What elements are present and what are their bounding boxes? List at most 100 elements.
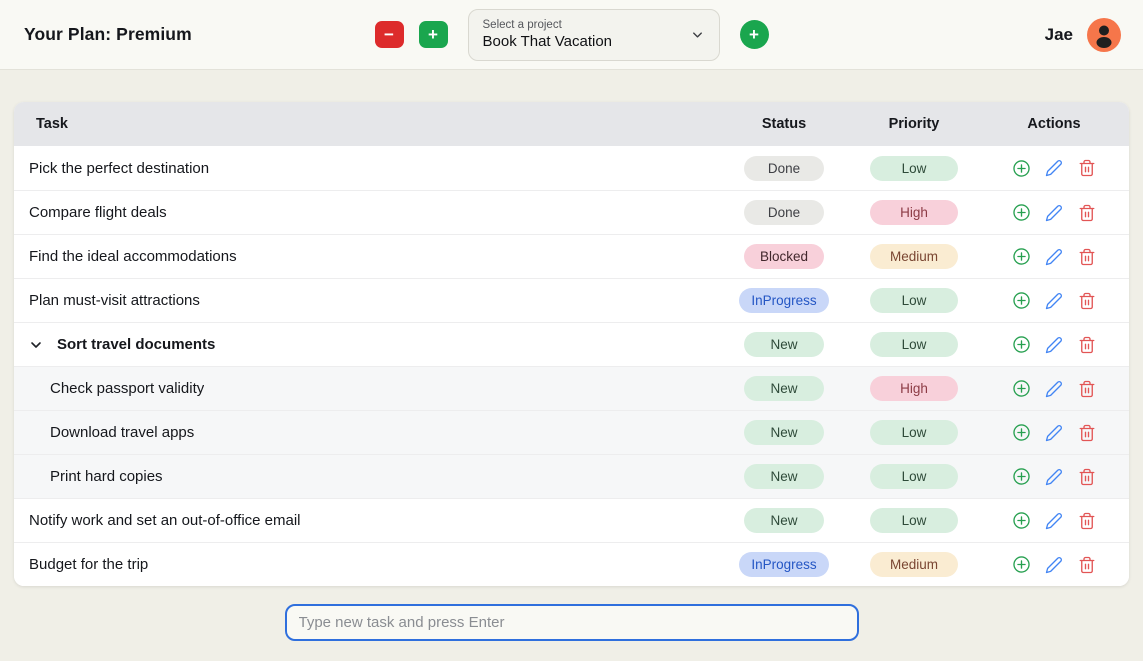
plan-title: Your Plan: Premium: [24, 24, 192, 45]
circle-plus-icon: [1012, 203, 1031, 222]
table-row: Notify work and set an out-of-office ema…: [14, 498, 1129, 542]
status-badge: InProgress: [739, 288, 828, 313]
add-subtask-button[interactable]: [1012, 159, 1031, 178]
remove-project-button[interactable]: −: [375, 21, 404, 48]
edit-button[interactable]: [1045, 247, 1064, 266]
priority-badge: High: [870, 200, 958, 225]
add-subtask-button[interactable]: [1012, 511, 1031, 530]
table-row: Download travel apps New Low: [14, 410, 1129, 454]
circle-plus-icon: [1012, 379, 1031, 398]
pencil-icon: [1045, 204, 1063, 222]
table-row: Find the ideal accommodations Blocked Me…: [14, 234, 1129, 278]
delete-button[interactable]: [1078, 511, 1097, 530]
add-subtask-button[interactable]: [1012, 379, 1031, 398]
new-project-button[interactable]: +: [740, 20, 769, 49]
edit-button[interactable]: [1045, 555, 1064, 574]
user-name: Jae: [1045, 25, 1073, 45]
pencil-icon: [1045, 424, 1063, 442]
edit-button[interactable]: [1045, 379, 1064, 398]
pencil-icon: [1045, 292, 1063, 310]
status-badge: Blocked: [744, 244, 824, 269]
task-table-body: Pick the perfect destination Done Low: [14, 146, 1129, 586]
priority-badge: Low: [870, 508, 958, 533]
pencil-icon: [1045, 248, 1063, 266]
circle-plus-icon: [1012, 423, 1031, 442]
task-label: Budget for the trip: [29, 556, 148, 573]
edit-button[interactable]: [1045, 159, 1064, 178]
edit-button[interactable]: [1045, 423, 1064, 442]
delete-button[interactable]: [1078, 379, 1097, 398]
add-subtask-button[interactable]: [1012, 467, 1031, 486]
task-table: Task Status Priority Actions Pick the pe…: [14, 102, 1129, 586]
edit-button[interactable]: [1045, 511, 1064, 530]
circle-plus-icon: [1012, 511, 1031, 530]
delete-button[interactable]: [1078, 423, 1097, 442]
pencil-icon: [1045, 468, 1063, 486]
task-label: Pick the perfect destination: [29, 160, 209, 177]
add-subtask-button[interactable]: [1012, 203, 1031, 222]
priority-badge: Low: [870, 420, 958, 445]
topbar: Your Plan: Premium − + Select a project …: [0, 0, 1143, 70]
add-subtask-button[interactable]: [1012, 423, 1031, 442]
trash-icon: [1078, 292, 1096, 310]
new-task-input[interactable]: [285, 604, 859, 641]
expand-chevron-icon[interactable]: [28, 337, 44, 353]
priority-badge: Medium: [870, 552, 958, 577]
edit-button[interactable]: [1045, 335, 1064, 354]
circle-plus-icon: [1012, 291, 1031, 310]
priority-badge: High: [870, 376, 958, 401]
task-label: Compare flight deals: [29, 204, 167, 221]
delete-button[interactable]: [1078, 467, 1097, 486]
table-row: Check passport validity New High: [14, 366, 1129, 410]
trash-icon: [1078, 204, 1096, 222]
delete-button[interactable]: [1078, 555, 1097, 574]
status-badge: Done: [744, 156, 824, 181]
column-header-task: Task: [14, 116, 719, 132]
table-header-row: Task Status Priority Actions: [14, 102, 1129, 146]
task-label: Plan must-visit attractions: [29, 292, 200, 309]
project-selector[interactable]: Select a project Book That Vacation: [468, 9, 720, 61]
add-subtask-button[interactable]: [1012, 555, 1031, 574]
task-label: Notify work and set an out-of-office ema…: [29, 512, 301, 529]
delete-button[interactable]: [1078, 247, 1097, 266]
add-subtask-button[interactable]: [1012, 335, 1031, 354]
plus-icon: +: [428, 26, 438, 43]
table-row: Print hard copies New Low: [14, 454, 1129, 498]
priority-badge: Medium: [870, 244, 958, 269]
edit-button[interactable]: [1045, 203, 1064, 222]
table-row: Plan must-visit attractions InProgress L…: [14, 278, 1129, 322]
trash-icon: [1078, 512, 1096, 530]
status-badge: New: [744, 508, 824, 533]
add-subtask-button[interactable]: [1012, 247, 1031, 266]
circle-plus-icon: [1012, 335, 1031, 354]
edit-button[interactable]: [1045, 467, 1064, 486]
edit-button[interactable]: [1045, 291, 1064, 310]
status-badge: New: [744, 420, 824, 445]
pencil-icon: [1045, 512, 1063, 530]
trash-icon: [1078, 556, 1096, 574]
status-badge: InProgress: [739, 552, 828, 577]
task-label: Download travel apps: [50, 424, 194, 441]
pencil-icon: [1045, 159, 1063, 177]
task-label: Check passport validity: [50, 380, 204, 397]
add-project-button[interactable]: +: [419, 21, 448, 48]
priority-badge: Low: [870, 332, 958, 357]
table-row: Compare flight deals Done High: [14, 190, 1129, 234]
project-selector-label: Select a project: [483, 19, 705, 31]
trash-icon: [1078, 336, 1096, 354]
priority-badge: Low: [870, 288, 958, 313]
table-row: Sort travel documents New Low: [14, 322, 1129, 366]
delete-button[interactable]: [1078, 159, 1097, 178]
delete-button[interactable]: [1078, 291, 1097, 310]
table-row: Budget for the trip InProgress Medium: [14, 542, 1129, 586]
status-badge: Done: [744, 200, 824, 225]
column-header-priority: Priority: [849, 116, 979, 132]
user-avatar[interactable]: [1087, 18, 1121, 52]
new-task-area: [0, 604, 1143, 641]
trash-icon: [1078, 424, 1096, 442]
delete-button[interactable]: [1078, 203, 1097, 222]
add-subtask-button[interactable]: [1012, 291, 1031, 310]
delete-button[interactable]: [1078, 335, 1097, 354]
status-badge: New: [744, 376, 824, 401]
plus-icon: +: [749, 26, 759, 43]
